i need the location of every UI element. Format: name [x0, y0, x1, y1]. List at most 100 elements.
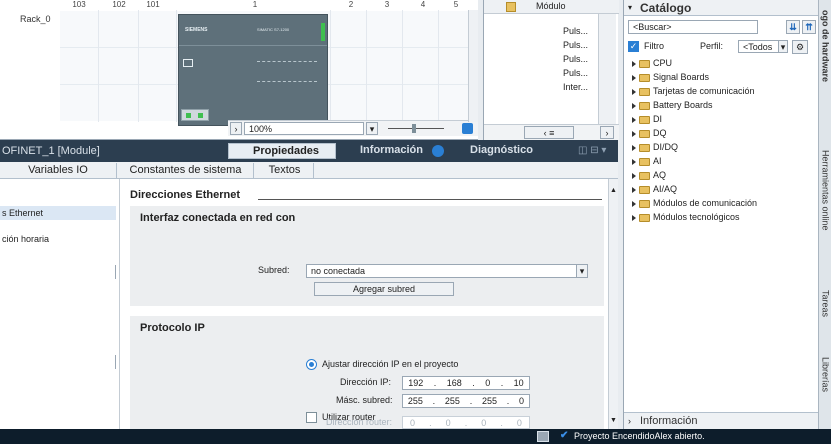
- table-scrollbar[interactable]: [598, 14, 616, 124]
- expand-icon[interactable]: [632, 186, 636, 193]
- zoom-field[interactable]: 100%: [244, 122, 364, 135]
- side-tab-strip: ogo de hardware Herramientas online Tare…: [818, 0, 831, 444]
- properties-scrollbar[interactable]: ▲ ▼: [608, 179, 618, 429]
- scroll-down-icon[interactable]: ▼: [610, 417, 617, 424]
- scroll-right-button[interactable]: ›: [600, 126, 614, 139]
- side-tab-libraries[interactable]: Librerías: [819, 340, 831, 410]
- collapse-icon[interactable]: ▾: [628, 3, 632, 12]
- router-octet: 0: [410, 418, 416, 428]
- info-section-header[interactable]: › Información: [624, 412, 819, 429]
- table-row[interactable]: Puls...: [484, 66, 594, 80]
- side-tab-tasks[interactable]: Tareas: [819, 274, 831, 334]
- tree-item-ai[interactable]: AI: [632, 155, 662, 168]
- expand-icon[interactable]: [632, 200, 636, 207]
- tree-item-di-dq[interactable]: DI/DQ: [632, 141, 678, 154]
- catalog-settings-icon[interactable]: ⚙: [792, 40, 808, 54]
- side-tab-online-tools[interactable]: Herramientas online: [819, 110, 831, 270]
- filter-checkbox[interactable]: ✓: [628, 41, 639, 52]
- tree-item-cpu[interactable]: CPU: [632, 57, 672, 70]
- plc-terminal-row: [257, 61, 317, 62]
- router-octet: 0: [516, 418, 522, 428]
- router-address-field[interactable]: 0. 0. 0. 0: [402, 416, 530, 429]
- device-scrollbar[interactable]: [468, 10, 478, 122]
- filter-label: Filtro: [644, 41, 664, 51]
- device-view[interactable]: 103 102 101 1 2 3 4 5 Rack_0 SIEMENS SIM…: [0, 0, 478, 140]
- slot-divider: [98, 10, 99, 122]
- chevron-down-icon[interactable]: ▾: [778, 40, 788, 53]
- tree-item-comm-boards[interactable]: Tarjetas de comunicación: [632, 85, 755, 98]
- status-grid-icon[interactable]: [537, 431, 549, 442]
- ip-label: Dirección IP:: [340, 377, 392, 387]
- catalog-search-input[interactable]: <Buscar>: [628, 20, 758, 34]
- splitter-handle[interactable]: [115, 265, 120, 279]
- zoom-slider[interactable]: [388, 128, 444, 129]
- pane-controls-icon[interactable]: ◫ ⊟ ▾: [578, 145, 614, 157]
- zoom-dropdown-icon[interactable]: ▾: [366, 122, 378, 135]
- scroll-right-button[interactable]: ›: [230, 122, 242, 135]
- expand-icon[interactable]: [632, 116, 636, 123]
- expand-icon[interactable]: [632, 158, 636, 165]
- expand-icon[interactable]: [632, 214, 636, 221]
- catalog-title: Catálogo: [640, 1, 692, 15]
- expand-icon[interactable]: [632, 88, 636, 95]
- scroll-up-icon[interactable]: ▲: [610, 187, 617, 194]
- expand-icon[interactable]: [632, 130, 636, 137]
- tree-item-comm-modules[interactable]: Módulos de comunicación: [632, 197, 757, 210]
- expand-icon[interactable]: [632, 144, 636, 151]
- search-icon[interactable]: ⇊: [786, 20, 800, 34]
- subtab-system-constants[interactable]: Constantes de sistema: [118, 163, 254, 178]
- nav-item-time[interactable]: ción horaria: [0, 232, 116, 246]
- add-subnet-button[interactable]: Agregar subred: [314, 282, 454, 296]
- slot-header: 102: [112, 0, 126, 9]
- subtab-texts[interactable]: Textos: [256, 163, 314, 178]
- folder-icon: [639, 87, 650, 96]
- plc-cpu-module[interactable]: SIEMENS SIMATIC S7-1200: [178, 14, 328, 126]
- overview-icon[interactable]: [462, 123, 473, 134]
- tab-properties[interactable]: Propiedades: [228, 143, 336, 159]
- folder-icon: [639, 143, 650, 152]
- plc-brand: SIEMENS: [185, 27, 208, 33]
- nav-item-ethernet[interactable]: s Ethernet: [0, 206, 116, 220]
- tree-item-battery-boards[interactable]: Battery Boards: [632, 99, 713, 112]
- radio-set-ip-label: Ajustar dirección IP en el proyecto: [322, 359, 459, 369]
- router-checkbox[interactable]: [306, 412, 317, 423]
- table-row[interactable]: Puls...: [484, 38, 594, 52]
- ip-octet: 168: [446, 378, 462, 388]
- properties-titlebar: OFINET_1 [Module] Propiedades Informació…: [0, 140, 618, 162]
- scroll-thumb[interactable]: ‹ ≡: [524, 126, 574, 139]
- catalog-header[interactable]: ▾ Catálogo: [624, 0, 819, 16]
- expand-icon[interactable]: [632, 172, 636, 179]
- tree-item-signal-boards[interactable]: Signal Boards: [632, 71, 709, 84]
- zoom-slider-handle[interactable]: [412, 124, 416, 133]
- subtab-variables-io[interactable]: Variables IO: [0, 163, 117, 178]
- tree-item-ai-aq[interactable]: AI/AQ: [632, 183, 677, 196]
- subnet-mask-field[interactable]: 255. 255. 255. 0: [402, 394, 530, 408]
- tree-item-aq[interactable]: AQ: [632, 169, 666, 182]
- ip-octet: 192: [408, 378, 424, 388]
- subnet-select[interactable]: no conectada: [306, 264, 588, 278]
- table-row[interactable]: Puls...: [484, 52, 594, 66]
- search-next-icon[interactable]: ⇈: [802, 20, 816, 34]
- slot-header: 1: [252, 0, 258, 9]
- expand-icon[interactable]: ›: [628, 416, 631, 426]
- ip-octet: 0: [485, 378, 491, 388]
- expand-icon[interactable]: [632, 74, 636, 81]
- splitter-handle[interactable]: [115, 355, 120, 369]
- radio-set-ip[interactable]: [306, 359, 317, 370]
- table-row[interactable]: Inter...: [484, 80, 594, 94]
- table-h-scrollbar[interactable]: ‹ ≡ ›: [484, 124, 619, 140]
- tree-item-dq[interactable]: DQ: [632, 127, 667, 140]
- device-overview-table[interactable]: Módulo Puls... Puls... Puls... Puls... I…: [483, 0, 619, 140]
- table-row[interactable]: Puls...: [484, 24, 594, 38]
- slot-divider: [138, 10, 139, 122]
- ip-protocol-title: Protocolo IP: [140, 322, 205, 334]
- tab-diagnostics[interactable]: Diagnóstico: [470, 144, 590, 158]
- tree-item-di[interactable]: DI: [632, 113, 662, 126]
- expand-icon[interactable]: [632, 102, 636, 109]
- ip-address-field[interactable]: 192. 168. 0. 10: [402, 376, 530, 390]
- folder-icon: [639, 171, 650, 180]
- chevron-down-icon[interactable]: ▾: [576, 264, 588, 278]
- side-tab-hardware-catalog[interactable]: ogo de hardware: [819, 0, 831, 92]
- tree-item-tech-modules[interactable]: Módulos tecnológicos: [632, 211, 740, 224]
- expand-icon[interactable]: [632, 60, 636, 67]
